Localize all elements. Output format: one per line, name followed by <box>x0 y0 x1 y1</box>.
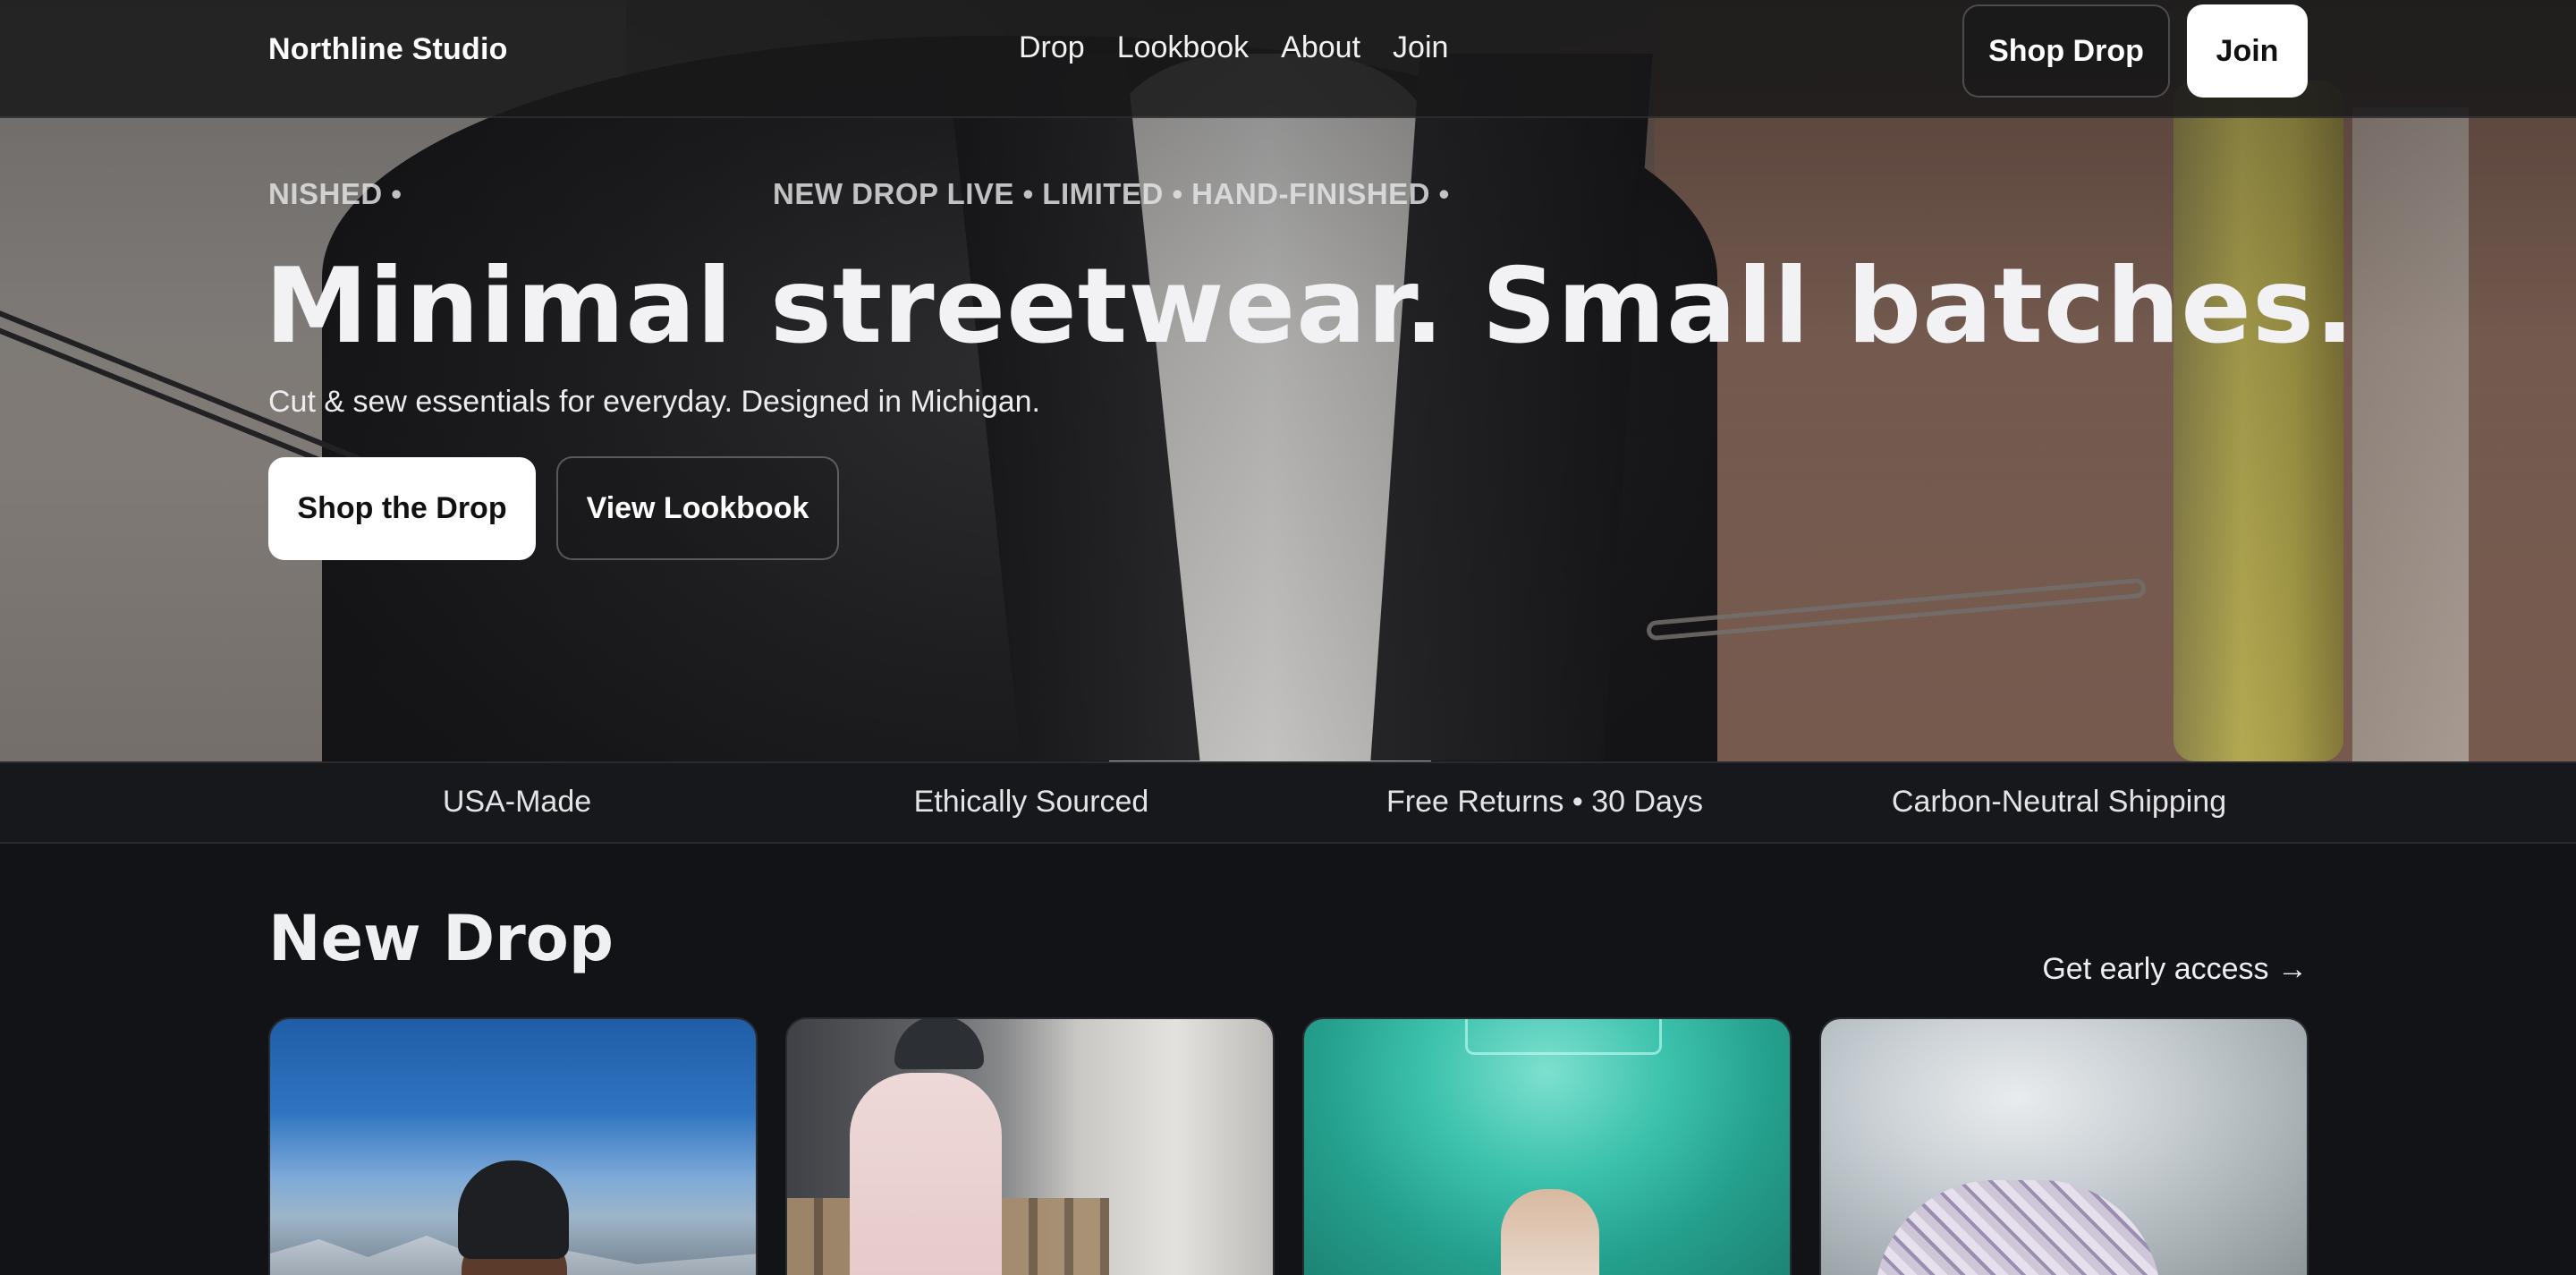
top-nav: Northline Studio Drop Lookbook About Joi… <box>0 0 2576 118</box>
nav-links: Drop Lookbook About Join <box>1019 30 1448 65</box>
shop-drop-button[interactable]: Shop Drop <box>1962 4 2170 98</box>
model-image <box>1501 1189 1599 1275</box>
shop-the-drop-button[interactable]: Shop the Drop <box>268 457 536 560</box>
product-card[interactable] <box>1819 1017 2309 1275</box>
dark-beanie-image <box>894 1019 984 1069</box>
product-card[interactable] <box>268 1017 758 1275</box>
nav-link-about[interactable]: About <box>1281 30 1360 65</box>
join-button[interactable]: Join <box>2187 4 2308 98</box>
feature-usa-made: USA-Made <box>442 785 592 819</box>
hero-title: Minimal streetwear. Small batches. <box>265 246 2356 367</box>
knit-beanie-image <box>1875 1180 2161 1275</box>
nav-link-join[interactable]: Join <box>1393 30 1448 65</box>
features-strip: USA-Made Ethically Sourced Free Returns … <box>0 761 2576 844</box>
marquee-text: NEW DROP LIVE • LIMITED • HAND-FINISHED … <box>773 177 1450 210</box>
get-early-access-link[interactable]: Get early access → <box>2042 952 2308 987</box>
new-drop-title: New Drop <box>268 902 614 975</box>
brand-logo[interactable]: Northline Studio <box>268 32 508 67</box>
neon-sign-image <box>1465 1019 1662 1055</box>
product-card[interactable] <box>1302 1017 1792 1275</box>
nav-link-drop[interactable]: Drop <box>1019 30 1085 65</box>
feature-ethically-sourced: Ethically Sourced <box>913 785 1149 819</box>
feature-carbon-neutral-shipping: Carbon-Neutral Shipping <box>1891 785 2227 819</box>
hero-subtitle: Cut & sew essentials for everyday. Desig… <box>268 385 1040 419</box>
view-lookbook-button[interactable]: View Lookbook <box>556 456 839 560</box>
pink-sweatshirt-image <box>850 1073 1002 1275</box>
feature-free-returns: Free Returns • 30 Days <box>1386 785 1703 819</box>
product-card[interactable] <box>785 1017 1275 1275</box>
black-beanie-image <box>458 1160 569 1259</box>
nav-link-lookbook[interactable]: Lookbook <box>1117 30 1249 65</box>
marquee-fragment: NISHED • <box>268 177 402 210</box>
